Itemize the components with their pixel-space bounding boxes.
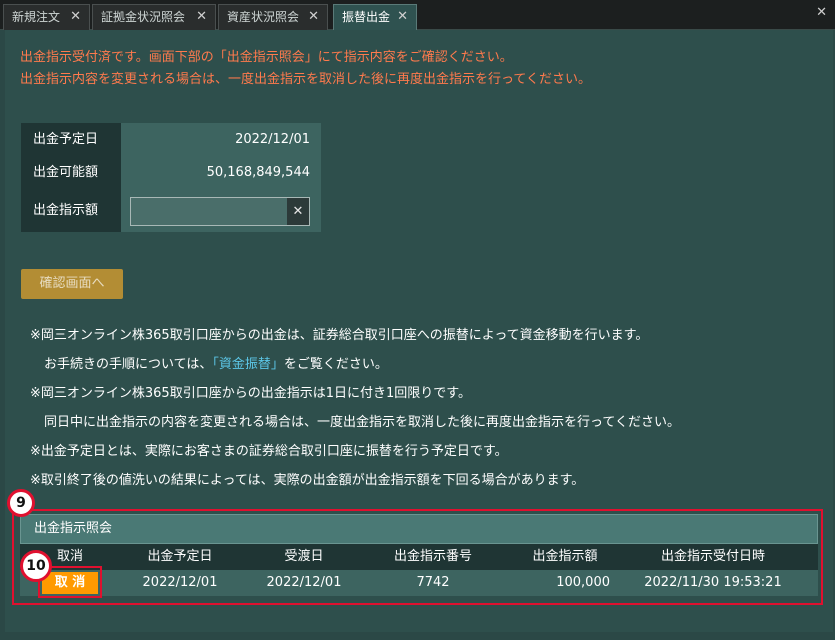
tab-asset-status[interactable]: 資産状況照会 ✕ (218, 4, 328, 30)
available-amount-label: 出金可能額 (21, 156, 121, 189)
amount-input[interactable] (131, 198, 281, 225)
row-instruction-no: 7742 (416, 575, 450, 590)
scheduled-date-label: 出金予定日 (21, 123, 121, 156)
tab-transfer-withdrawal[interactable]: 振替出金 ✕ (333, 4, 417, 30)
amount-field-wrapper: ✕ (130, 197, 310, 226)
row-delivery-date: 2022/12/01 (266, 575, 342, 590)
inquiry-title: 出金指示照会 (20, 514, 818, 544)
tab-label: 証拠金状況照会 (101, 10, 186, 24)
row-amount: 100,000 (556, 575, 610, 590)
note-4: 同日中に出金指示の内容を変更される場合は、一度出金指示を取消した後に再度出金指示… (44, 415, 680, 430)
column-delivery-date: 受渡日 (284, 549, 324, 564)
window-close-icon[interactable]: ✕ (816, 5, 827, 20)
tab-label: 新規注文 (12, 10, 61, 24)
tab-label: 資産状況照会 (227, 10, 300, 24)
note-5: ※出金予定日とは、実際にお客さまの証券総合取引口座に振替を行う予定日です。 (30, 444, 508, 459)
column-amount: 出金指示額 (532, 549, 598, 564)
step-marker-9: 9 (7, 489, 35, 517)
step-marker-10: 10 (20, 550, 52, 582)
tab-new-order[interactable]: 新規注文 ✕ (3, 4, 90, 30)
scheduled-date-value: 2022/12/01 (121, 123, 321, 156)
table-row: 2022/12/01 2022/12/01 7742 100,000 2022/… (20, 570, 818, 596)
tab-label: 振替出金 (342, 10, 391, 24)
column-received-at: 出金指示受付日時 (660, 549, 765, 564)
close-icon[interactable]: ✕ (397, 5, 408, 29)
notice-line-2: 出金指示内容を変更される場合は、一度出金指示を取消した後に再度出金指示を行ってく… (20, 72, 591, 87)
row-received-at: 2022/11/30 19:53:21 (644, 575, 782, 590)
column-scheduled-date: 出金予定日 (147, 549, 213, 564)
close-icon[interactable]: ✕ (196, 5, 207, 29)
notice-line-1: 出金指示受付済です。画面下部の「出金指示照会」にて指示内容をご確認ください。 (20, 50, 513, 65)
row-scheduled-date: 2022/12/01 (142, 575, 218, 590)
column-instruction-no: 出金指示番号 (393, 549, 472, 564)
note-2-post: をご覧ください。 (283, 357, 388, 372)
tab-bar: 新規注文 ✕ 証拠金状況照会 ✕ 資産状況照会 ✕ 振替出金 ✕ ✕ (0, 0, 835, 30)
note-2: お手続きの手順については、「資金振替」をご覧ください。 (44, 353, 388, 372)
note-2-pre: お手続きの手順については、 (44, 357, 213, 372)
note-6: ※取引終了後の値洗いの結果によっては、実際の出金額が出金指示額を下回る場合があり… (30, 473, 585, 488)
note-1: ※岡三オンライン株365取引口座からの出金は、証券総合取引口座への振替によって資… (30, 328, 649, 343)
close-icon[interactable]: ✕ (70, 5, 81, 29)
note-3: ※岡三オンライン株365取引口座からの出金指示は1日に付き1回限りです。 (30, 386, 471, 401)
inquiry-column-header: 取消 出金予定日 受渡日 出金指示番号 出金指示額 出金指示受付日時 (20, 544, 818, 570)
fund-transfer-link[interactable]: 「資金振替」 (212, 357, 284, 372)
close-icon[interactable]: ✕ (308, 5, 319, 29)
available-amount-value: 50,168,849,544 (121, 156, 321, 189)
tab-margin-status[interactable]: 証拠金状況照会 ✕ (92, 4, 216, 30)
confirm-button[interactable]: 確認画面へ (21, 269, 123, 299)
clear-icon[interactable]: ✕ (287, 198, 309, 225)
amount-label: 出金指示額 (21, 189, 121, 232)
